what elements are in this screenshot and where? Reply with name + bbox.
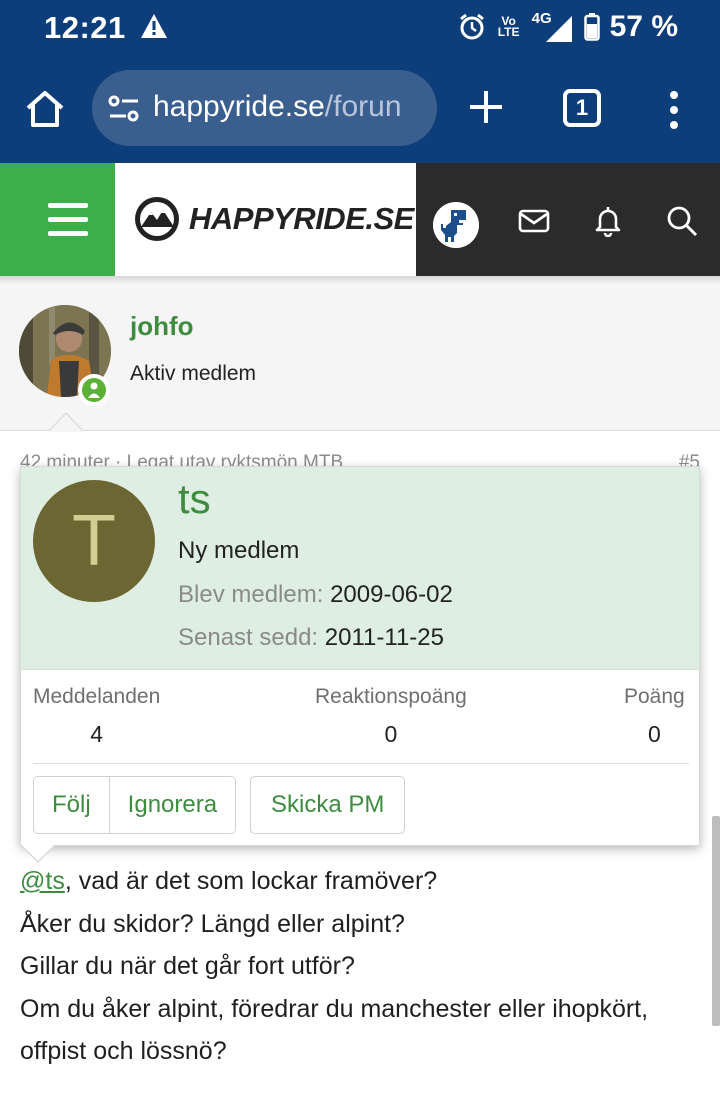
site-logo[interactable]: HAPPYRIDE.SE [115,163,416,276]
page-scrollbar[interactable] [712,816,720,1026]
author-name[interactable]: johfo [130,311,194,342]
search-icon[interactable] [666,205,698,237]
browser-toolbar: happyride.se/forun 1 [0,56,720,163]
post-line: offpist och lössnö? [20,1037,227,1065]
post-line: Gillar du när det går fort utför? [20,952,355,980]
volte-indicator: Vo LTE [497,14,520,39]
site-settings-icon[interactable] [108,95,140,123]
hamburger-menu-button[interactable] [0,163,115,276]
stat-messages[interactable]: Meddelanden 4 [33,685,160,748]
battery-icon [583,13,600,41]
member-avatar[interactable]: T [33,480,155,602]
more-options-icon[interactable] [664,90,684,130]
signal-group: 4G [532,10,574,42]
user-mention-link[interactable]: @ts [20,867,65,895]
stat-points[interactable]: Poäng 0 [624,685,685,748]
battery-level: 57 % [609,10,678,43]
logo-text: HAPPYRIDE.SE [189,201,414,236]
new-tab-icon[interactable] [466,87,506,127]
tab-switcher-button[interactable]: 1 [563,89,601,127]
author-role: Aktiv medlem [130,362,257,385]
url-text: happyride.se/forun [153,90,402,123]
post-author-block: johfo Aktiv medlem [0,276,720,431]
card-arrow-fill [21,844,55,861]
signal-icon [545,16,572,42]
ignore-button[interactable]: Ignorera [108,777,236,833]
member-tooltip-card: T ts Ny medlem Blev medlem: 2009-06-02 S… [20,466,700,846]
stat-value: 4 [90,721,104,747]
last-seen-label: Senast sedd: [178,624,319,651]
member-card-header: T ts Ny medlem Blev medlem: 2009-06-02 S… [21,467,699,670]
mountain-logo-icon [135,197,179,241]
stat-value: 0 [384,721,398,747]
card-divider [33,763,689,764]
stat-label: Reaktionspoäng [315,685,467,708]
alarm-icon [459,13,484,40]
follow-button[interactable]: Följ [34,777,109,833]
joined-label: Blev medlem: [178,581,324,608]
warning-icon [141,14,167,38]
online-status-badge [78,374,110,406]
post-content: @ts, vad är det som lockar framöver? Åke… [20,860,710,1073]
dinosaur-avatar-icon [433,202,479,248]
post-text: , vad är det som lockar framöver? [64,867,438,895]
home-icon[interactable] [24,88,66,130]
last-seen-value: 2011-11-25 [324,624,444,651]
member-joined: Blev medlem: 2009-06-02 [178,581,453,609]
stat-label: Meddelanden [33,685,161,708]
member-stats: Meddelanden 4 Reaktionspoäng 0 Poäng 0 [21,685,699,765]
account-avatar[interactable] [433,202,479,248]
hamburger-bar [48,217,88,222]
member-last-seen: Senast sedd: 2011-11-25 [178,624,444,652]
follow-ignore-group: Följ Ignorera [33,776,237,834]
messages-icon[interactable] [518,205,550,237]
address-bar[interactable]: happyride.se/forun [92,70,437,146]
status-bar: 12:21 Vo LTE 4G 57 % [0,0,720,56]
stat-reactions: Reaktionspoäng 0 [315,685,467,748]
post-line: @ts, vad är det som lockar framöver? [20,860,710,903]
post-line: Åker du skidor? Längd eller alpint? [20,909,405,938]
stat-label: Poäng [624,685,685,708]
header-shadow [0,276,720,284]
send-pm-button[interactable]: Skicka PM [250,776,406,834]
post-line: Om du åker alpint, föredrar du mancheste… [20,994,649,1023]
author-arrow-fill [49,414,83,432]
stat-value: 0 [647,721,661,747]
notifications-icon[interactable] [592,205,624,237]
hamburger-bar [48,231,88,236]
member-role: Ny medlem [178,537,300,564]
hamburger-bar [48,203,88,208]
member-username[interactable]: ts [178,475,211,523]
site-header: HAPPYRIDE.SE [0,163,720,276]
joined-value: 2009-06-02 [330,581,453,608]
person-icon [88,382,100,398]
clock: 12:21 [44,10,126,45]
